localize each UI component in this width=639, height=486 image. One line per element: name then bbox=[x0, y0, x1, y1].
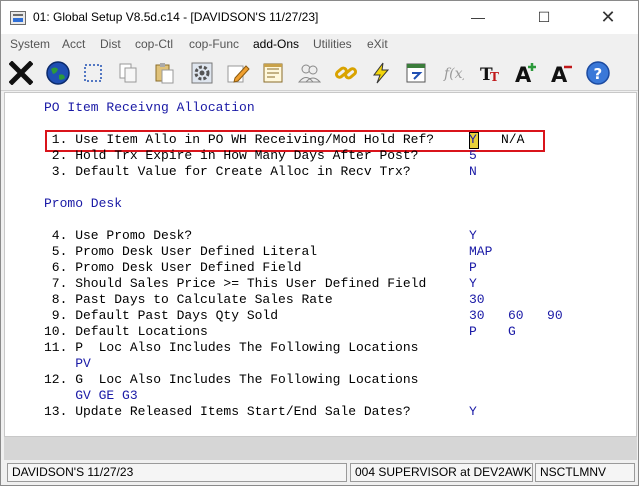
select-box-icon[interactable] bbox=[78, 57, 108, 89]
setting-row-6-label: 6. Promo Desk User Defined Field bbox=[44, 260, 302, 275]
font-increase-icon[interactable]: A bbox=[511, 57, 541, 89]
calendar-icon[interactable] bbox=[401, 57, 431, 89]
toolbar: f(x) TT A A ? bbox=[1, 55, 638, 91]
menu-dist[interactable]: Dist bbox=[100, 37, 121, 51]
terminal-screen[interactable]: PO Item Receivng Allocation 1. Use Item … bbox=[4, 92, 637, 437]
status-company: DAVIDSON'S 11/27/23 bbox=[7, 463, 347, 482]
menu-utilities[interactable]: Utilities bbox=[313, 37, 352, 51]
setting-row-11-label: 11. P Loc Also Includes The Following Lo… bbox=[44, 340, 419, 355]
section-title-po-allocation: PO Item Receivng Allocation bbox=[44, 100, 255, 115]
minimize-button[interactable]: — bbox=[455, 1, 501, 34]
setting-row-3-label: 3. Default Value for Create Alloc in Rec… bbox=[44, 164, 411, 179]
setting-row-7-label: 7. Should Sales Price >= This User Defin… bbox=[44, 276, 427, 291]
menu-add-ons[interactable]: add-Ons bbox=[253, 37, 299, 51]
menu-cop-func[interactable]: cop-Func bbox=[189, 37, 239, 51]
function-icon[interactable]: f(x) bbox=[437, 57, 467, 89]
setting-row-6-value[interactable]: P bbox=[469, 260, 477, 276]
app-window: 01: Global Setup V8.5d.c14 - [DAVIDSON'S… bbox=[0, 0, 639, 486]
setting-row-4-value[interactable]: Y bbox=[469, 228, 477, 244]
setting-row-2-value[interactable]: 5 bbox=[469, 148, 477, 164]
setting-row-9-value[interactable]: 30 60 90 bbox=[469, 308, 563, 324]
notepad-icon[interactable] bbox=[258, 57, 288, 89]
edit-pencil-icon[interactable] bbox=[223, 57, 253, 89]
title-bar: 01: Global Setup V8.5d.c14 - [DAVIDSON'S… bbox=[1, 1, 638, 34]
setting-row-4-label: 4. Use Promo Desk? bbox=[44, 228, 193, 243]
status-terminal: NSCTLMNV bbox=[535, 463, 635, 482]
settings-gear-icon[interactable] bbox=[187, 57, 217, 89]
setting-row-9-label: 9. Default Past Days Qty Sold bbox=[44, 308, 279, 323]
menu-bar: System Acct Dist cop-Ctl cop-Func add-On… bbox=[1, 34, 638, 55]
command-area bbox=[4, 437, 637, 460]
font-icon[interactable]: TT bbox=[475, 57, 505, 89]
svg-text:T: T bbox=[490, 70, 499, 84]
menu-exit[interactable]: eXit bbox=[367, 37, 388, 51]
close-button[interactable]: ✕ bbox=[585, 1, 631, 34]
setting-row-8-value[interactable]: 30 bbox=[469, 292, 485, 308]
lightning-icon[interactable] bbox=[366, 57, 396, 89]
menu-cop-ctl[interactable]: cop-Ctl bbox=[135, 37, 173, 51]
setting-row-10-value[interactable]: P G bbox=[469, 324, 516, 340]
setting-row-11-locations[interactable]: PV bbox=[44, 356, 91, 372]
app-icon bbox=[10, 11, 26, 25]
globe-icon[interactable] bbox=[43, 57, 73, 89]
close-x-icon[interactable] bbox=[6, 57, 36, 89]
section-title-promo-desk: Promo Desk bbox=[44, 196, 123, 211]
setting-row-13-label: 13. Update Released Items Start/End Sale… bbox=[44, 404, 411, 419]
font-decrease-icon[interactable]: A bbox=[547, 57, 577, 89]
setting-row-5-label: 5. Promo Desk User Defined Literal bbox=[44, 244, 318, 259]
setting-row-10-label: 10. Default Locations bbox=[44, 324, 208, 339]
menu-system[interactable]: System bbox=[10, 37, 50, 51]
setting-row-3-value[interactable]: N bbox=[469, 164, 477, 180]
svg-text:f(x): f(x) bbox=[443, 66, 464, 82]
setting-row-5-value[interactable]: MAP bbox=[469, 244, 492, 260]
copy-icon[interactable] bbox=[113, 57, 143, 89]
setting-row-7-value[interactable]: Y bbox=[469, 276, 477, 292]
help-icon[interactable]: ? bbox=[583, 57, 613, 89]
maximize-button[interactable]: ☐ bbox=[521, 1, 567, 34]
setting-row-13-value[interactable]: Y bbox=[469, 404, 477, 420]
setting-row-2-label: 2. Hold Trx Expire in How Many Days Afte… bbox=[44, 148, 419, 163]
setting-row-12-label: 12. G Loc Also Includes The Following Lo… bbox=[44, 372, 419, 387]
paste-icon[interactable] bbox=[149, 57, 179, 89]
svg-text:?: ? bbox=[594, 65, 603, 83]
status-bar: DAVIDSON'S 11/27/23 004 SUPERVISOR at DE… bbox=[1, 460, 638, 485]
chain-link-icon[interactable] bbox=[331, 57, 361, 89]
users-icon[interactable] bbox=[294, 57, 324, 89]
setting-row-12-locations[interactable]: GV GE G3 bbox=[44, 388, 137, 404]
menu-acct[interactable]: Acct bbox=[62, 37, 85, 51]
window-title: 01: Global Setup V8.5d.c14 - [DAVIDSON'S… bbox=[33, 10, 319, 24]
status-user: 004 SUPERVISOR at DEV2AWK bbox=[350, 463, 533, 482]
setting-row-8-label: 8. Past Days to Calculate Sales Rate bbox=[44, 292, 333, 307]
